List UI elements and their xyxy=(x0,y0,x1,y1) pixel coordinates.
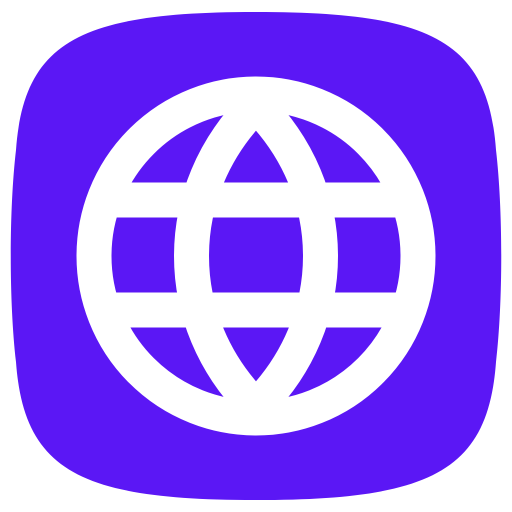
globe-icon xyxy=(10,12,502,500)
browser-app-icon[interactable] xyxy=(0,0,512,512)
